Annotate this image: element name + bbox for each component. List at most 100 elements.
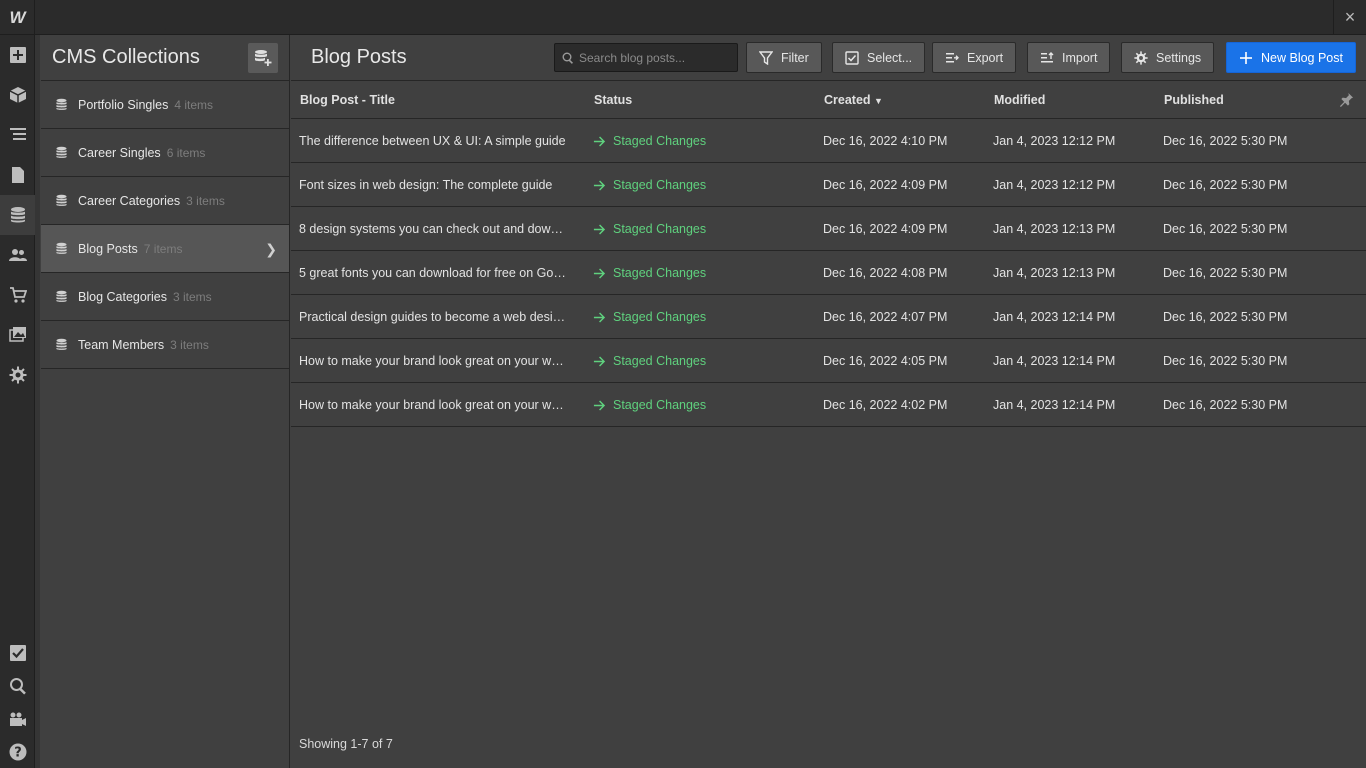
add-panel-button[interactable] bbox=[0, 35, 35, 75]
row-published: Dec 16, 2022 5:30 PM bbox=[1163, 134, 1288, 148]
svg-text:?: ? bbox=[14, 745, 22, 760]
select-button[interactable]: Select... bbox=[832, 42, 926, 73]
collection-item-portfolio-singles[interactable]: Portfolio Singles 4 items bbox=[41, 81, 289, 129]
symbols-panel-button[interactable] bbox=[0, 75, 35, 115]
database-icon bbox=[56, 242, 67, 254]
collection-name: Blog Posts bbox=[78, 241, 138, 256]
table-row[interactable]: Practical design guides to become a web … bbox=[291, 295, 1366, 339]
sort-down-icon: ▼ bbox=[874, 96, 883, 106]
export-label: Export bbox=[967, 50, 1004, 65]
collection-item-blog-posts[interactable]: Blog Posts 7 items ❯ bbox=[41, 225, 289, 273]
row-published: Dec 16, 2022 5:30 PM bbox=[1163, 398, 1288, 412]
row-published: Dec 16, 2022 5:30 PM bbox=[1163, 178, 1288, 192]
settings-label: Settings bbox=[1156, 50, 1202, 65]
row-title: The difference between UX & UI: A simple… bbox=[299, 134, 566, 148]
row-modified: Jan 4, 2023 12:12 PM bbox=[993, 178, 1116, 192]
help-icon: ? bbox=[9, 743, 26, 760]
filter-button[interactable]: Filter bbox=[746, 42, 822, 73]
close-button[interactable]: × bbox=[1333, 0, 1366, 35]
row-created: Dec 16, 2022 4:07 PM bbox=[823, 310, 948, 324]
import-button[interactable]: Import bbox=[1027, 42, 1111, 73]
row-status: Staged Changes bbox=[593, 310, 706, 324]
row-status: Staged Changes bbox=[593, 354, 706, 368]
column-header-created[interactable]: Created ▼ bbox=[824, 93, 883, 107]
collection-item-team-members[interactable]: Team Members 3 items bbox=[41, 321, 289, 369]
row-created: Dec 16, 2022 4:05 PM bbox=[823, 354, 948, 368]
search-input[interactable] bbox=[579, 50, 729, 65]
status-label: Staged Changes bbox=[613, 398, 707, 412]
pagination-summary: Showing 1-7 of 7 bbox=[299, 737, 393, 751]
collection-count: 4 items bbox=[174, 97, 214, 112]
table-row[interactable]: The difference between UX & UI: A simple… bbox=[291, 119, 1366, 163]
row-created: Dec 16, 2022 4:02 PM bbox=[823, 398, 948, 412]
pin-button[interactable] bbox=[1339, 92, 1354, 110]
add-icon bbox=[9, 47, 26, 63]
column-header-status[interactable]: Status bbox=[594, 93, 632, 107]
database-icon bbox=[56, 98, 67, 110]
row-title: How to make your brand look great on you… bbox=[299, 398, 569, 412]
checkbox-icon bbox=[845, 50, 859, 65]
settings-button[interactable]: Settings bbox=[1121, 42, 1215, 73]
collection-count: 3 items bbox=[186, 193, 225, 208]
users-icon bbox=[8, 249, 27, 261]
page-title: Blog Posts bbox=[311, 46, 407, 68]
row-title: 8 design systems you can check out and d… bbox=[299, 222, 569, 236]
arrow-right-icon bbox=[593, 399, 606, 411]
settings-panel-button[interactable] bbox=[0, 355, 35, 395]
collection-name: Portfolio Singles bbox=[78, 97, 169, 112]
table-header: Blog Post - Title Status Created ▼ Modif… bbox=[291, 81, 1366, 119]
pages-panel-button[interactable] bbox=[0, 155, 35, 195]
filter-icon bbox=[759, 50, 773, 65]
ecommerce-panel-button[interactable] bbox=[0, 275, 35, 315]
cms-panel-button[interactable] bbox=[0, 195, 35, 235]
collection-name: Team Members bbox=[78, 337, 165, 352]
collection-name: Blog Categories bbox=[78, 289, 167, 304]
table-row[interactable]: 8 design systems you can check out and d… bbox=[291, 207, 1366, 251]
status-label: Staged Changes bbox=[613, 354, 707, 368]
export-icon bbox=[946, 52, 959, 62]
collection-item-career-categories[interactable]: Career Categories 3 items bbox=[41, 177, 289, 225]
pin-icon bbox=[1339, 92, 1354, 107]
row-title: How to make your brand look great on you… bbox=[299, 354, 569, 368]
column-header-modified[interactable]: Modified bbox=[994, 93, 1045, 107]
video-icon bbox=[9, 712, 26, 726]
database-icon bbox=[56, 290, 67, 302]
audit-button[interactable] bbox=[0, 636, 35, 669]
table-row[interactable]: How to make your brand look great on you… bbox=[291, 383, 1366, 427]
video-tutorials-button[interactable] bbox=[0, 702, 35, 735]
row-title: Practical design guides to become a web … bbox=[299, 310, 569, 324]
help-button[interactable]: ? bbox=[0, 735, 35, 768]
navigator-panel-button[interactable] bbox=[0, 115, 35, 155]
row-status: Staged Changes bbox=[593, 222, 706, 236]
add-collection-button[interactable] bbox=[248, 43, 278, 73]
collection-name: Career Categories bbox=[78, 193, 181, 208]
table-row[interactable]: How to make your brand look great on you… bbox=[291, 339, 1366, 383]
filter-label: Filter bbox=[781, 50, 809, 65]
collection-items-panel: Blog Posts Filter Select... Export Impor… bbox=[291, 35, 1366, 768]
column-header-published[interactable]: Published bbox=[1164, 93, 1224, 107]
assets-panel-button[interactable] bbox=[0, 315, 35, 355]
export-button[interactable]: Export bbox=[932, 42, 1017, 73]
row-status: Staged Changes bbox=[593, 398, 706, 412]
new-blog-post-button[interactable]: New Blog Post bbox=[1226, 42, 1356, 73]
row-modified: Jan 4, 2023 12:13 PM bbox=[993, 266, 1116, 280]
search-button[interactable] bbox=[0, 669, 35, 702]
row-status: Staged Changes bbox=[593, 134, 706, 148]
collection-item-career-singles[interactable]: Career Singles 6 items bbox=[41, 129, 289, 177]
table-row[interactable]: 5 great fonts you can download for free … bbox=[291, 251, 1366, 295]
collections-header: CMS Collections bbox=[41, 35, 289, 81]
column-header-title[interactable]: Blog Post - Title bbox=[300, 93, 395, 107]
cube-icon bbox=[9, 87, 26, 103]
table-row[interactable]: Font sizes in web design: The complete g… bbox=[291, 163, 1366, 207]
collection-count: 6 items bbox=[166, 145, 206, 160]
row-published: Dec 16, 2022 5:30 PM bbox=[1163, 222, 1288, 236]
search-box[interactable] bbox=[554, 43, 738, 72]
row-created: Dec 16, 2022 4:08 PM bbox=[823, 266, 948, 280]
pages-icon bbox=[11, 167, 24, 183]
cms-collections-panel: CMS Collections Portfolio Singles 4 item… bbox=[41, 35, 290, 768]
webflow-logo[interactable]: W bbox=[0, 0, 35, 35]
users-panel-button[interactable] bbox=[0, 235, 35, 275]
collection-item-blog-categories[interactable]: Blog Categories 3 items bbox=[41, 273, 289, 321]
new-blog-post-label: New Blog Post bbox=[1261, 50, 1343, 65]
top-bar: W × bbox=[0, 0, 1366, 35]
